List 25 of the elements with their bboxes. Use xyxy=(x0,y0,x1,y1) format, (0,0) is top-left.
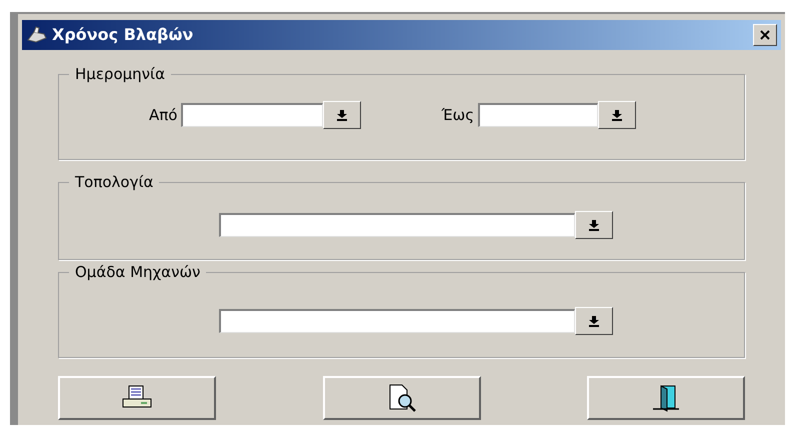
document-magnifier-icon xyxy=(386,384,416,412)
group-title: Ημερομηνία xyxy=(69,64,172,84)
dropdown-button[interactable] xyxy=(598,101,636,129)
preview-button[interactable] xyxy=(322,376,480,420)
door-icon xyxy=(651,384,681,412)
dropdown-button[interactable] xyxy=(575,307,613,335)
dropdown-button[interactable] xyxy=(575,211,613,239)
from-label: Από xyxy=(149,104,178,126)
down-arrow-icon xyxy=(589,316,599,326)
print-button[interactable] xyxy=(58,376,216,420)
group-title: Ομάδα Μηχανών xyxy=(69,262,206,282)
window-title: Χρόνος Βλαβών xyxy=(52,24,194,46)
to-label: Έως xyxy=(441,104,474,126)
dropdown-button[interactable] xyxy=(323,101,362,129)
down-arrow-icon xyxy=(337,110,348,120)
from-date-field[interactable] xyxy=(181,103,324,127)
close-icon xyxy=(760,30,770,40)
close-button[interactable] xyxy=(753,24,777,46)
topology-field[interactable] xyxy=(219,213,575,237)
down-arrow-icon xyxy=(612,110,622,120)
exit-button[interactable] xyxy=(587,376,745,420)
group-title: Τοπολογία xyxy=(69,172,160,192)
to-date-field[interactable] xyxy=(478,103,598,127)
machine-group-field[interactable] xyxy=(219,309,575,333)
down-arrow-icon xyxy=(589,220,599,230)
